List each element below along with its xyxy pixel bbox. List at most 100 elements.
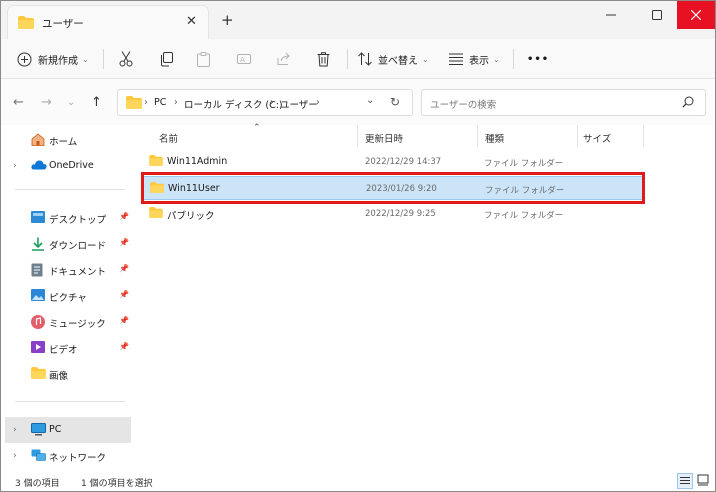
close-button[interactable] [677,1,715,29]
sidebar-item-downloads[interactable]: ダウンロード 📌 [5,231,131,257]
pin-icon[interactable]: 📌 [119,290,129,299]
sidebar-item-label: ホーム [49,137,78,148]
file-name: Win11User [168,183,220,194]
sort-button[interactable]: 並べ替え ⌄ [358,49,429,69]
maximize-button[interactable] [637,1,677,29]
share-icon [277,52,290,65]
file-type: ファイル フォルダー [485,186,565,196]
svg-text:A: A [240,56,245,64]
chevron-right-icon[interactable]: › [13,451,17,461]
sidebar-item-desktop[interactable]: デスクトップ 📌 [5,205,131,231]
chevron-right-icon[interactable]: › [13,161,17,171]
sidebar-item-music[interactable]: ミュージック 📌 [5,309,131,335]
folder-icon [150,182,164,196]
pictures-icon [31,289,45,304]
address-dropdown-icon[interactable]: ⌄ [366,95,374,106]
tab-users[interactable]: ユーザー ✕ [7,5,209,39]
pin-icon[interactable]: 📌 [119,212,129,221]
breadcrumb-users[interactable]: ユーザー [280,97,318,111]
title-bar: ユーザー ✕ + [1,1,715,39]
file-name: パブリック [167,211,215,222]
sidebar-item-label: ピクチャ [49,293,87,304]
table-row[interactable]: Win11Admin 2022/12/29 14:37 ファイル フォルダー [143,150,643,174]
sidebar-item-onedrive[interactable]: › OneDrive [5,153,131,179]
column-header-size[interactable]: サイズ [577,125,643,147]
delete-button[interactable] [317,49,330,69]
music-icon [31,315,45,332]
sidebar-item-label: ミュージック [49,319,106,330]
sidebar-item-label: ビデオ [49,345,78,356]
view-icon [449,53,463,65]
sort-up-icon: ⌃ [253,123,261,133]
sidebar-item-pc[interactable]: › PC [5,417,131,443]
up-arrow-icon[interactable]: ↑ [91,95,102,110]
paste-button[interactable] [197,49,210,69]
pin-icon[interactable]: 📌 [119,342,129,351]
more-options-button[interactable]: ••• [527,49,549,69]
toolbar-divider [347,49,348,69]
details-view-button[interactable] [677,473,693,489]
trash-icon [317,51,330,66]
column-header-label: 種類 [485,134,505,145]
sidebar-item-home[interactable]: ホーム [5,127,131,153]
folder-icon [149,155,163,169]
desktop-icon [31,211,45,226]
sidebar-item-network[interactable]: › ネットワーク [5,443,131,469]
chevron-down-icon: ⌄ [82,54,89,64]
folder-icon [149,207,163,221]
tiles-view-icon [697,474,709,486]
breadcrumb-separator-icon: › [174,97,178,108]
cut-button[interactable] [119,49,133,69]
sidebar-item-label: 画像 [49,371,69,382]
minimize-button[interactable] [591,1,631,29]
address-bar[interactable]: › PC › ローカル ディスク (C:) › ユーザー › ⌄ ↻ [117,89,413,116]
recent-chevron-icon[interactable]: ⌄ [67,97,75,108]
table-row[interactable]: Win11User 2023/01/26 9:20 ファイル フォルダー [143,176,643,200]
column-header-date[interactable]: 更新日時 [357,125,477,147]
sidebar-item-label: ドキュメント [49,267,107,278]
search-box[interactable]: ユーザーの検索 [421,89,706,116]
pc-icon [31,423,46,439]
tab-close-icon[interactable]: ✕ [186,14,197,29]
network-icon [31,449,46,465]
breadcrumb-local-disk[interactable]: ローカル ディスク (C:) [184,97,283,111]
tiles-view-button[interactable] [696,473,712,489]
table-row[interactable]: パブリック 2022/12/29 9:25 ファイル フォルダー [143,202,643,226]
copy-icon [161,51,173,66]
column-header-label: サイズ [583,134,612,145]
column-divider[interactable] [643,125,644,147]
toolbar-divider [103,49,104,69]
videos-icon [31,341,45,356]
view-button[interactable]: 表示 ⌄ [449,49,500,69]
copy-button[interactable] [159,49,173,69]
folder-icon [126,96,142,112]
breadcrumb-separator-icon: › [270,97,274,108]
share-button[interactable] [277,49,291,69]
chevron-down-icon: ⌄ [422,54,429,64]
column-header-type[interactable]: 種類 [477,125,577,147]
pin-icon[interactable]: 📌 [119,238,129,247]
new-button[interactable]: 新規作成 ⌄ [17,49,89,69]
sidebar-item-images[interactable]: 画像 [5,361,131,387]
search-icon[interactable] [682,96,694,111]
new-label: 新規作成 [38,55,78,67]
breadcrumb-pc[interactable]: PC [154,97,166,108]
chevron-right-icon[interactable]: › [13,425,17,435]
pin-icon[interactable]: 📌 [119,316,129,325]
sidebar-divider [15,401,125,402]
chevron-down-icon: ⌄ [493,54,500,64]
sidebar-item-pictures[interactable]: ピクチャ 📌 [5,283,131,309]
column-header-name[interactable]: 名前 ⌃ [135,123,357,147]
more-icon: ••• [527,53,550,65]
forward-arrow-icon[interactable]: → [41,95,52,110]
back-arrow-icon[interactable]: ← [13,95,24,110]
new-tab-icon[interactable]: + [221,13,234,28]
refresh-icon[interactable]: ↻ [390,95,400,109]
rename-button[interactable]: A [237,49,251,69]
pin-icon[interactable]: 📌 [119,264,129,273]
selection-count: 1 個の項目を選択 [81,479,153,489]
search-placeholder: ユーザーの検索 [430,100,497,111]
sidebar-item-videos[interactable]: ビデオ 📌 [5,335,131,361]
sidebar-item-documents[interactable]: ドキュメント 📌 [5,257,131,283]
file-date: 2022/12/29 14:37 [365,157,442,167]
